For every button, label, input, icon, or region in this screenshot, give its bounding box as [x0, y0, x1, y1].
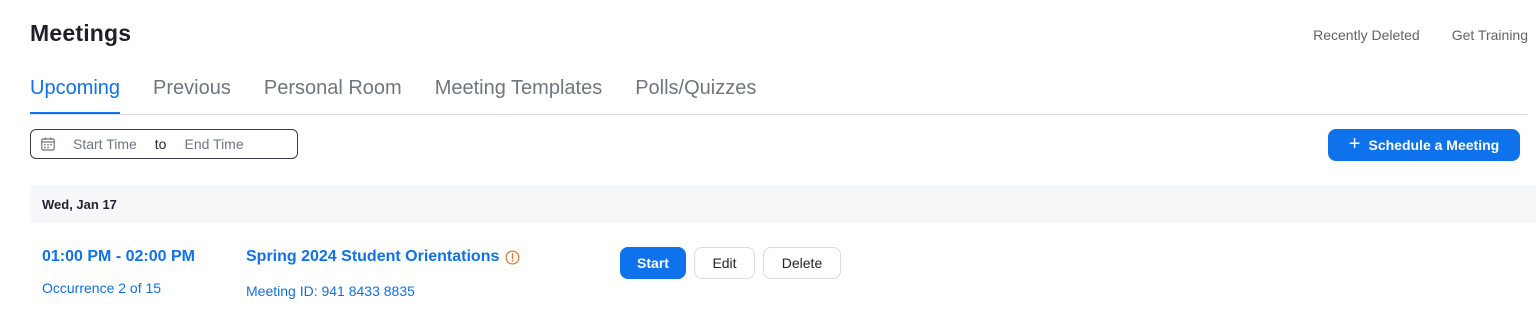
plus-icon: +: [1348, 133, 1361, 155]
start-meeting-button[interactable]: Start: [620, 247, 686, 279]
info-alert-icon[interactable]: [505, 249, 520, 265]
edit-meeting-button[interactable]: Edit: [694, 247, 755, 279]
date-range-filter[interactable]: Start Time to End Time: [30, 129, 298, 159]
date-group-header: Wed, Jan 17: [30, 185, 1536, 223]
tab-meeting-templates[interactable]: Meeting Templates: [435, 76, 603, 113]
tab-previous[interactable]: Previous: [153, 76, 231, 113]
occurrence-label: Occurrence 2 of 15: [42, 280, 162, 296]
end-time-input[interactable]: End Time: [184, 136, 243, 152]
date-range-separator: to: [154, 136, 167, 152]
meeting-topic-text: Spring 2024 Student Orientations: [246, 248, 500, 265]
top-links: Recently Deleted Get Training: [1313, 27, 1528, 43]
tab-personal-room[interactable]: Personal Room: [264, 76, 402, 113]
meeting-tabs: Upcoming Previous Personal Room Meeting …: [30, 76, 1528, 115]
schedule-meeting-button[interactable]: + Schedule a Meeting: [1328, 129, 1520, 161]
tab-upcoming[interactable]: Upcoming: [30, 76, 121, 114]
schedule-meeting-label: Schedule a Meeting: [1368, 137, 1500, 153]
tab-polls-quizzes[interactable]: Polls/Quizzes: [635, 76, 756, 113]
meeting-time: 01:00 PM - 02:00 PM: [42, 248, 195, 265]
recently-deleted-link[interactable]: Recently Deleted: [1313, 27, 1420, 43]
meeting-id: Meeting ID: 941 8433 8835: [246, 283, 415, 299]
start-time-input[interactable]: Start Time: [73, 136, 137, 152]
page-title: Meetings: [30, 20, 132, 46]
date-group-label: Wed, Jan 17: [42, 196, 117, 212]
meeting-topic-link[interactable]: Spring 2024 Student Orientations: [246, 248, 520, 266]
delete-meeting-button[interactable]: Delete: [763, 247, 841, 279]
calendar-icon: [41, 137, 55, 151]
get-training-link[interactable]: Get Training: [1452, 27, 1528, 43]
